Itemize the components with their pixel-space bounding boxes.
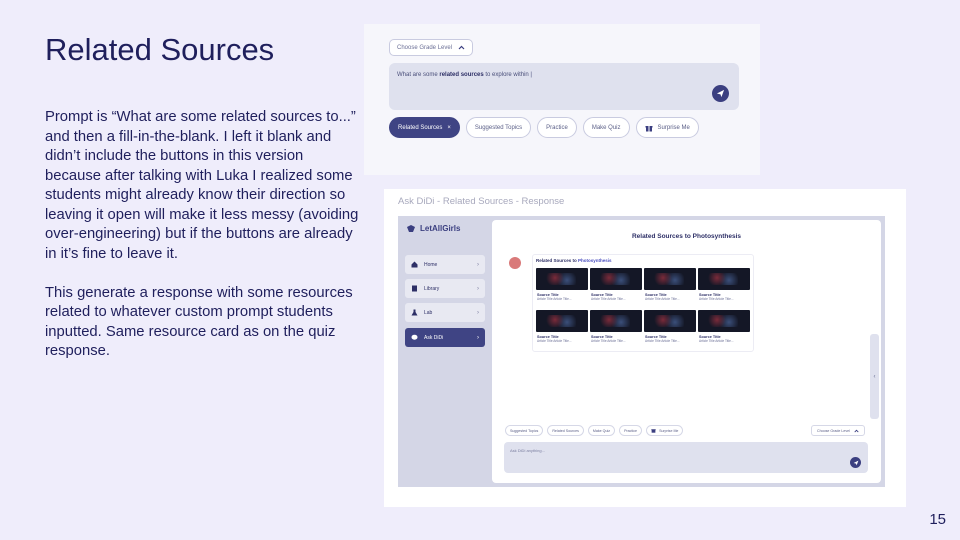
gift-icon [651,429,656,433]
chip-related-sources[interactable]: Related Sources [547,425,584,436]
source-subtitle: Article Title Article Title... [537,339,572,343]
chip-make-quiz[interactable]: Make Quiz [587,425,616,436]
sources-panel: Related Sources to Photosynthesis Source… [532,254,754,352]
chip-make-quiz[interactable]: Make Quiz [582,117,630,138]
chat-input[interactable]: Ask DiDi anything... [504,442,868,473]
source-thumbnail [698,268,750,290]
collapse-panel-handle[interactable]: ‹ [870,334,879,419]
source-subtitle: Article Title Article Title... [537,297,572,301]
chat-icon [411,334,418,340]
source-card[interactable]: Source Title Article Title Article Title.… [698,310,750,350]
sources-heading: Related Sources to Photosynthesis [536,258,612,263]
sidebar-item-home[interactable]: Home › [405,255,485,274]
chevron-right-icon: › [477,285,479,292]
chip-suggested-topics[interactable]: Suggested Topics [505,425,544,436]
home-icon [411,261,418,268]
chevron-left-icon: ‹ [873,373,876,380]
source-card[interactable]: Source Title Article Title Article Title.… [644,268,696,308]
source-subtitle: Article Title Article Title... [645,339,680,343]
source-thumbnail [644,268,696,290]
response-title: Related Sources to Photosynthesis [631,233,742,240]
response-panel: Related Sources to Photosynthesis Relate… [492,220,881,483]
chevron-up-icon [458,45,465,50]
source-card[interactable]: Source Title Article Title Article Title.… [644,310,696,350]
chevron-right-icon: › [477,334,479,341]
source-thumbnail [536,268,588,290]
mockup-caption: Ask DiDi - Related Sources - Response [398,196,565,207]
chevron-up-icon [854,429,859,432]
app-mockup: LetAllGirls Home › Library › Lab › Ask DiDi… [384,189,906,507]
source-card[interactable]: Source Title Article Title Article Title.… [536,268,588,308]
chevron-right-icon: › [477,309,479,316]
chevron-right-icon: › [477,261,479,268]
source-subtitle: Article Title Article Title... [699,297,734,301]
app-window: LetAllGirls Home › Library › Lab › Ask DiDi… [398,216,885,487]
prompt-text: What are some related sources to explore… [397,72,532,78]
grade-level-select[interactable]: Choose Grade Level [389,39,474,56]
chip-surprise-me[interactable]: Surprise Me [646,425,684,436]
chip-suggested-topics[interactable]: Suggested Topics [465,117,532,138]
send-icon [716,89,725,98]
grade-level-label: Choose Grade Level [397,44,453,51]
sidebar-item-library[interactable]: Library › [405,279,485,298]
send-button[interactable] [712,85,729,102]
close-icon[interactable]: × [447,125,451,131]
book-icon [412,285,417,292]
send-button[interactable] [850,457,861,468]
source-subtitle: Article Title Article Title... [591,339,626,343]
flask-icon [411,309,418,316]
body-paragraph-1: Prompt is “What are some related sources… [45,109,359,262]
prompt-chip-row: Related Sources × Suggested Topics Practi… [389,117,699,138]
chip-surprise-me[interactable]: Surprise Me [635,117,699,138]
gift-icon [645,125,653,131]
source-card[interactable]: Source Title Article Title Article Title.… [698,268,750,308]
didi-avatar [509,257,521,269]
chip-practice[interactable]: Practice [537,117,577,138]
page-number: 15 [929,511,946,528]
chip-practice[interactable]: Practice [619,425,643,436]
source-thumbnail [698,310,750,332]
slide-body: Prompt is “What are some related sources… [45,108,360,362]
source-card[interactable]: Source Title Article Title Article Title.… [536,310,588,350]
prompt-mockup: Choose Grade Level What are some related… [364,24,760,175]
logo: LetAllGirls [406,224,460,233]
source-subtitle: Article Title Article Title... [699,339,734,343]
source-thumbnail [644,310,696,332]
sidebar-item-ask-didi[interactable]: Ask DiDi › [405,328,485,347]
source-subtitle: Article Title Article Title... [645,297,680,301]
logo-icon [407,225,415,232]
source-card[interactable]: Source Title Article Title Article Title.… [590,310,642,350]
sidebar-item-lab[interactable]: Lab › [405,303,485,322]
slide-title: Related Sources [45,32,275,67]
body-paragraph-2: This generate a response with some resou… [45,284,353,360]
source-card[interactable]: Source Title Article Title Article Title.… [590,268,642,308]
source-thumbnail [536,310,588,332]
grade-level-select[interactable]: Choose Grade Level [811,425,865,436]
chip-related-sources[interactable]: Related Sources × [389,117,460,138]
source-thumbnail [590,268,642,290]
source-subtitle: Article Title Article Title... [591,297,626,301]
source-thumbnail [590,310,642,332]
chat-input-placeholder: Ask DiDi anything... [510,448,545,453]
bottom-chip-row: Suggested Topics Related Sources Make Qu… [505,425,684,436]
prompt-input[interactable]: What are some related sources to explore… [389,63,739,110]
send-icon [853,460,858,465]
